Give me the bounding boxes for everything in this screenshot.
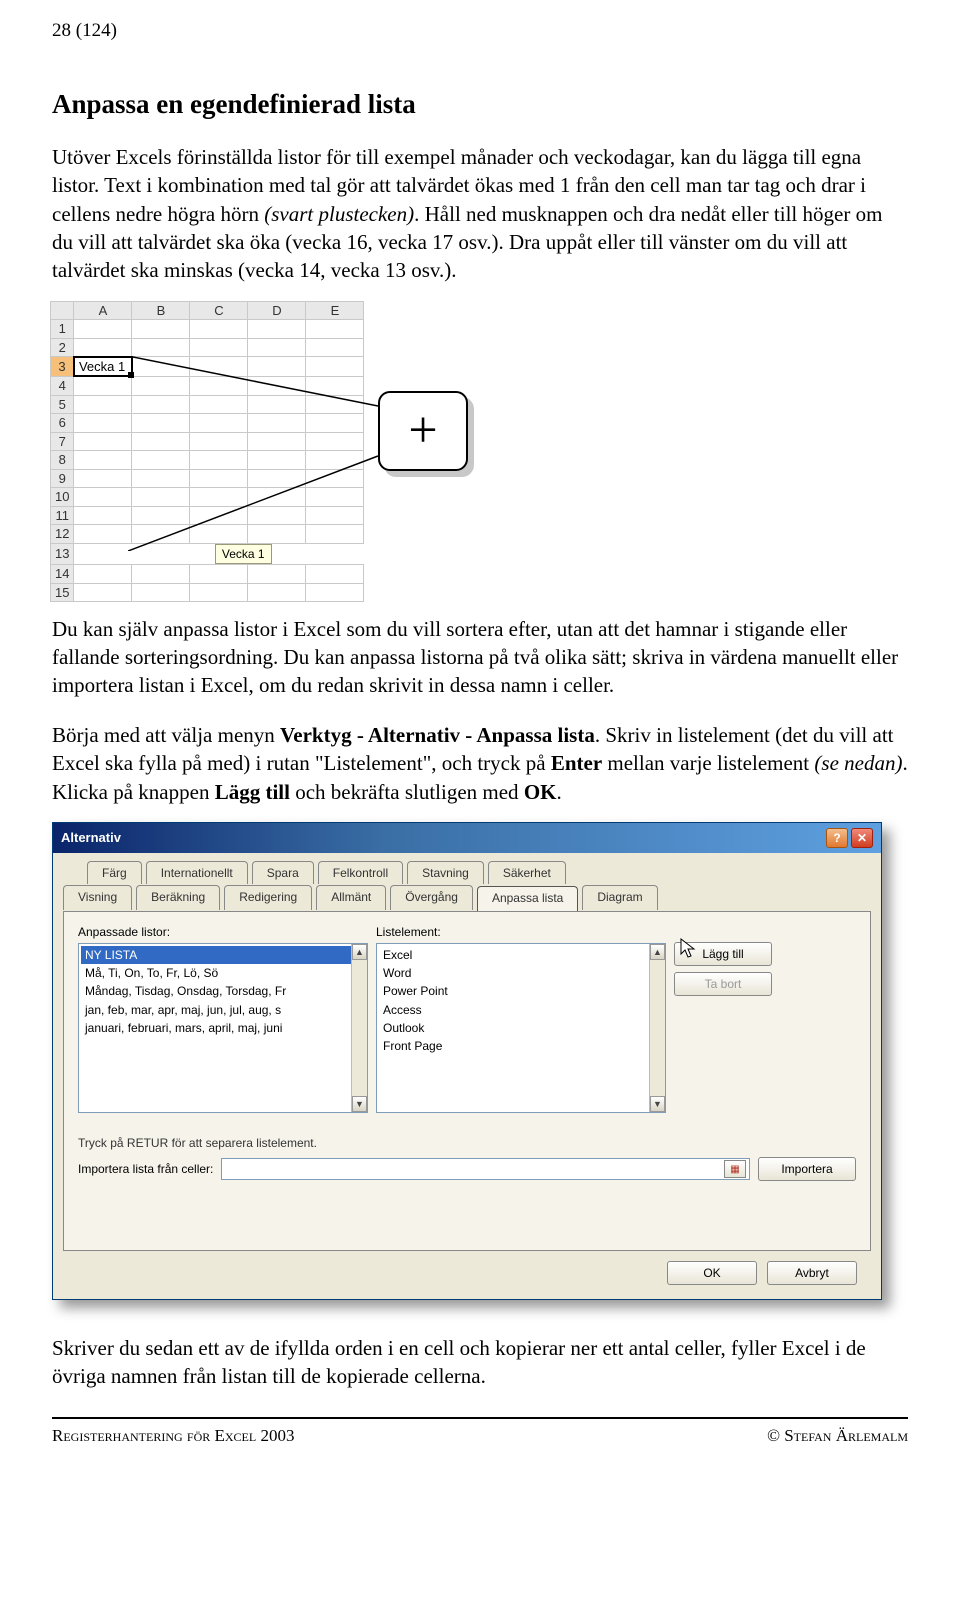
paragraph-2: Du kan själv anpassa listor i Excel som … <box>52 615 908 700</box>
dialog-title: Alternativ <box>61 829 121 847</box>
row-head: 15 <box>51 583 74 602</box>
row-head: 9 <box>51 469 74 488</box>
p3k: . <box>556 780 561 804</box>
footer-left: Registerhantering för Excel 2003 <box>52 1425 294 1448</box>
excel-screenshot: A B C D E 1 2 3Vecka 1 4 5 6 7 8 9 10 11… <box>50 301 430 591</box>
list-item[interactable]: januari, februari, mars, april, maj, jun… <box>81 1019 365 1037</box>
scroll-up-icon[interactable]: ▲ <box>352 944 367 960</box>
list-item: Access <box>379 1001 663 1019</box>
p3b: Verktyg - Alternativ - Anpassa lista <box>280 723 595 747</box>
footer-rule <box>52 1417 908 1419</box>
col-head: D <box>248 301 306 320</box>
tab-redigering[interactable]: Redigering <box>224 885 312 910</box>
tab-farg[interactable]: Färg <box>87 861 142 884</box>
tab-overgang[interactable]: Övergång <box>390 885 473 910</box>
scroll-up-icon[interactable]: ▲ <box>650 944 665 960</box>
row-head: 13 <box>51 543 74 564</box>
excel-grid: A B C D E 1 2 3Vecka 1 4 5 6 7 8 9 10 11… <box>50 301 364 602</box>
tab-visning[interactable]: Visning <box>63 885 132 910</box>
label-list-elements: Listelement: <box>376 924 666 940</box>
plus-callout: + <box>378 391 468 471</box>
list-item[interactable]: Måndag, Tisdag, Onsdag, Torsdag, Fr <box>81 982 365 1000</box>
tab-berakning[interactable]: Beräkning <box>136 885 220 910</box>
list-item[interactable]: jan, feb, mar, apr, maj, jun, jul, aug, … <box>81 1001 365 1019</box>
list-item: Excel <box>379 946 663 964</box>
para1-b: (svart plustecken) <box>264 202 414 226</box>
cell-a3: Vecka 1 <box>74 357 132 377</box>
corner-cell <box>51 301 74 320</box>
col-head: E <box>306 301 364 320</box>
scrollbar[interactable]: ▲ ▼ <box>351 944 367 1112</box>
p3i: och bekräfta slutligen med <box>290 780 524 804</box>
row-head: 5 <box>51 395 74 414</box>
p3h: Lägg till <box>215 780 290 804</box>
paragraph-1: Utöver Excels förinställda listor för ti… <box>52 143 908 285</box>
heading: Anpassa en egendefinierad lista <box>52 86 908 122</box>
col-head: B <box>132 301 190 320</box>
scroll-down-icon[interactable]: ▼ <box>650 1096 665 1112</box>
row-head: 12 <box>51 525 74 544</box>
row-head: 10 <box>51 488 74 507</box>
page-footer: Registerhantering för Excel 2003 © Stefa… <box>52 1425 908 1448</box>
ok-button[interactable]: OK <box>667 1261 757 1285</box>
tab-stavning[interactable]: Stavning <box>407 861 484 884</box>
scrollbar[interactable]: ▲ ▼ <box>649 944 665 1112</box>
tab-allmant[interactable]: Allmänt <box>316 885 386 910</box>
delete-button[interactable]: Ta bort <box>674 972 772 996</box>
hint-text: Tryck på RETUR för att separera listelem… <box>78 1135 856 1151</box>
p3j: OK <box>524 780 557 804</box>
footer-right: © Stefan Ärlemalm <box>767 1425 908 1448</box>
row-head: 14 <box>51 565 74 584</box>
row-head: 11 <box>51 506 74 525</box>
p3f: (se nedan) <box>814 751 902 775</box>
list-elements-box[interactable]: Excel Word Power Point Access Outlook Fr… <box>376 943 666 1113</box>
p3d: Enter <box>551 751 602 775</box>
drag-tooltip: Vecka 1 <box>215 544 272 564</box>
paragraph-4: Skriver du sedan ett av de ifyllda orden… <box>52 1334 908 1391</box>
custom-lists-box[interactable]: NY LISTA Må, Ti, On, To, Fr, Lö, Sö Månd… <box>78 943 368 1113</box>
tab-panel: Anpassade listor: NY LISTA Må, Ti, On, T… <box>63 911 871 1251</box>
list-item[interactable]: NY LISTA <box>81 946 365 964</box>
tab-internationellt[interactable]: Internationellt <box>146 861 248 884</box>
page-number: 28 (124) <box>52 18 908 44</box>
p3e: mellan varje listelement <box>602 751 814 775</box>
import-input[interactable]: ▦ <box>221 1158 750 1180</box>
import-button[interactable]: Importera <box>758 1157 856 1181</box>
dialog-titlebar: Alternativ ? ✕ <box>53 823 881 853</box>
tab-sakerhet[interactable]: Säkerhet <box>488 861 566 884</box>
close-button[interactable]: ✕ <box>851 828 873 848</box>
list-item: Outlook <box>379 1019 663 1037</box>
import-label: Importera lista från celler: <box>78 1161 213 1177</box>
tabs: Färg Internationellt Spara Felkontroll S… <box>63 861 871 911</box>
row-head: 7 <box>51 432 74 451</box>
tab-felkontroll[interactable]: Felkontroll <box>318 861 403 884</box>
range-picker-icon[interactable]: ▦ <box>724 1160 746 1178</box>
paragraph-3: Börja med att välja menyn Verktyg - Alte… <box>52 721 908 806</box>
row-head: 2 <box>51 338 74 357</box>
row-head: 3 <box>51 357 74 377</box>
label-custom-lists: Anpassade listor: <box>78 924 368 940</box>
row-head: 8 <box>51 451 74 470</box>
col-head: A <box>74 301 132 320</box>
list-item: Front Page <box>379 1037 663 1055</box>
tab-spara[interactable]: Spara <box>252 861 314 884</box>
row-head: 4 <box>51 376 74 395</box>
list-item: Power Point <box>379 982 663 1000</box>
add-button[interactable]: Lägg till <box>674 942 772 966</box>
tab-diagram[interactable]: Diagram <box>582 885 657 910</box>
p3a: Börja med att välja menyn <box>52 723 280 747</box>
row-head: 1 <box>51 320 74 339</box>
tab-anpassa-lista[interactable]: Anpassa lista <box>477 886 578 911</box>
row-head: 6 <box>51 414 74 433</box>
list-item: Word <box>379 964 663 982</box>
cancel-button[interactable]: Avbryt <box>767 1261 857 1285</box>
scroll-down-icon[interactable]: ▼ <box>352 1096 367 1112</box>
help-button[interactable]: ? <box>826 828 848 848</box>
options-dialog: Alternativ ? ✕ Färg Internationellt Spar… <box>52 822 882 1300</box>
list-item[interactable]: Må, Ti, On, To, Fr, Lö, Sö <box>81 964 365 982</box>
col-head: C <box>190 301 248 320</box>
